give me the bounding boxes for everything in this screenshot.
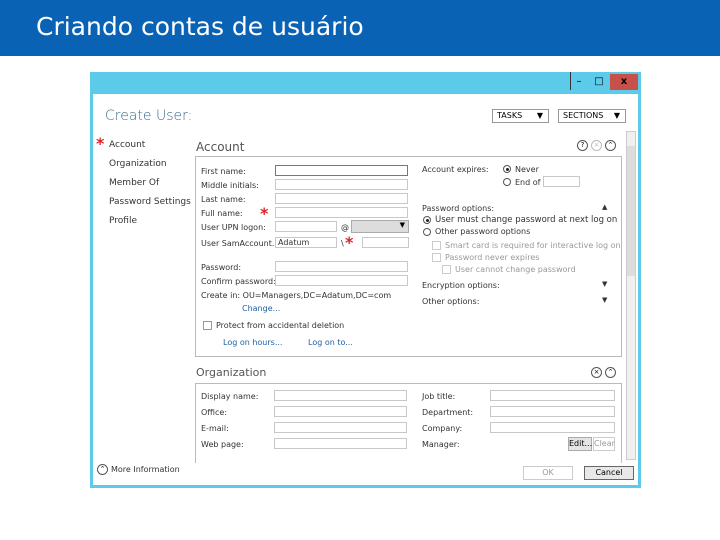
scrollbar-thumb[interactable] xyxy=(627,146,635,276)
middle-initials-input[interactable] xyxy=(275,179,408,190)
sections-dropdown[interactable]: SECTIONS ▼ xyxy=(558,109,626,123)
close-button[interactable]: x xyxy=(610,74,638,90)
help-icon[interactable]: ? xyxy=(577,140,588,151)
collapse-icon[interactable]: ⌃ xyxy=(605,140,616,151)
smart-card-checkbox[interactable] xyxy=(432,241,441,250)
upn-input[interactable] xyxy=(275,221,337,232)
first-name-input[interactable] xyxy=(275,165,408,176)
end-of-radio[interactable] xyxy=(503,178,511,186)
department-input[interactable] xyxy=(490,406,615,417)
must-change-radio[interactable] xyxy=(423,216,431,224)
email-input[interactable] xyxy=(274,422,407,433)
never-expires-label: Password never expires xyxy=(445,253,540,262)
cannot-change-label: User cannot change password xyxy=(455,265,576,274)
encryption-options[interactable]: Encryption options: xyxy=(422,281,500,290)
maximize-button[interactable]: □ xyxy=(587,74,611,90)
collapse-arrow-icon[interactable]: ▲ xyxy=(602,203,607,211)
expand-more-icon[interactable]: ⌃ xyxy=(97,464,108,475)
nav-member-of[interactable]: Member Of xyxy=(109,178,159,188)
scrollbar[interactable] xyxy=(626,131,636,460)
department-label: Department: xyxy=(422,408,474,417)
logon-to-link[interactable]: Log on to... xyxy=(308,338,353,347)
tasks-dropdown[interactable]: TASKS ▼ xyxy=(492,109,549,123)
middle-initials-label: Middle initials: xyxy=(201,181,259,190)
job-title-label: Job title: xyxy=(422,392,456,401)
account-section: First name: Middle initials: Last name: … xyxy=(195,156,622,357)
last-name-label: Last name: xyxy=(201,195,246,204)
company-label: Company: xyxy=(422,424,463,433)
upn-at: @ xyxy=(341,223,349,232)
upn-label: User UPN logon: xyxy=(201,223,266,232)
sam-separator: \ xyxy=(341,239,344,248)
organization-section: Display name: Office: E-mail: Web page: … xyxy=(195,383,622,463)
tasks-label: TASKS xyxy=(497,111,523,120)
display-name-label: Display name: xyxy=(201,392,259,401)
sam-label: User SamAccount... xyxy=(201,239,280,248)
full-name-label: Full name: xyxy=(201,209,243,218)
sections-label: SECTIONS xyxy=(563,111,604,120)
other-pw-label: Other password options xyxy=(435,227,531,236)
confirm-password-input[interactable] xyxy=(275,275,408,286)
nav-organization[interactable]: Organization xyxy=(109,159,167,169)
manager-label: Manager: xyxy=(422,440,460,449)
required-icon: * xyxy=(345,233,354,252)
company-input[interactable] xyxy=(490,422,615,433)
close-section-icon[interactable]: × xyxy=(591,367,602,378)
confirm-password-label: Confirm password: xyxy=(201,277,276,286)
cannot-change-checkbox[interactable] xyxy=(442,265,451,274)
logon-hours-link[interactable]: Log on hours... xyxy=(223,338,282,347)
web-page-label: Web page: xyxy=(201,440,244,449)
clear-manager-button[interactable]: Clear xyxy=(593,437,615,451)
more-information-link[interactable]: More Information xyxy=(111,465,180,474)
organization-heading: Organization xyxy=(196,366,267,379)
required-icon: * xyxy=(96,134,105,153)
required-icon: * xyxy=(260,204,269,223)
email-label: E-mail: xyxy=(201,424,229,433)
nav-password-settings[interactable]: Password Settings xyxy=(109,197,191,207)
dialog-title: Create User: xyxy=(105,108,193,124)
nav-account[interactable]: Account xyxy=(109,140,145,150)
close-section-icon[interactable]: × xyxy=(591,140,602,151)
account-expires-label: Account expires: xyxy=(422,165,489,174)
display-name-input[interactable] xyxy=(274,390,407,401)
job-title-input[interactable] xyxy=(490,390,615,401)
office-input[interactable] xyxy=(274,406,407,417)
upn-domain-dropdown[interactable]: ▼ xyxy=(351,220,409,233)
account-heading: Account xyxy=(196,140,245,154)
nav-profile[interactable]: Profile xyxy=(109,216,137,226)
never-radio[interactable] xyxy=(503,165,511,173)
smart-card-label: Smart card is required for interactive l… xyxy=(445,241,621,250)
first-name-label: First name: xyxy=(201,167,246,176)
expand-arrow-icon[interactable]: ▼ xyxy=(602,280,607,288)
other-pw-radio[interactable] xyxy=(423,228,431,236)
sam-domain-input[interactable]: Adatum xyxy=(275,237,337,248)
slide-title: Criando contas de usuário xyxy=(36,12,364,41)
end-of-label: End of xyxy=(515,178,541,187)
create-user-window: – □ x Create User: TASKS ▼ SECTIONS ▼ * Ac… xyxy=(90,72,641,488)
password-label: Password: xyxy=(201,263,242,272)
edit-manager-button[interactable]: Edit... xyxy=(568,437,592,451)
change-link[interactable]: Change... xyxy=(242,304,280,313)
slide-header: Criando contas de usuário xyxy=(0,0,720,56)
last-name-input[interactable] xyxy=(275,193,408,204)
protect-checkbox[interactable] xyxy=(203,321,212,330)
sam-input[interactable] xyxy=(362,237,409,248)
collapse-icon[interactable]: ⌃ xyxy=(605,367,616,378)
password-input[interactable] xyxy=(275,261,408,272)
protect-label: Protect from accidental deletion xyxy=(216,321,345,330)
web-page-input[interactable] xyxy=(274,438,407,449)
office-label: Office: xyxy=(201,408,228,417)
other-options[interactable]: Other options: xyxy=(422,297,479,306)
ok-button[interactable]: OK xyxy=(523,466,573,480)
never-expires-checkbox[interactable] xyxy=(432,253,441,262)
end-of-date-input[interactable] xyxy=(543,176,580,187)
password-options-label: Password options: xyxy=(422,204,495,213)
never-label: Never xyxy=(515,165,539,174)
must-change-label: User must change password at next log on xyxy=(435,215,618,225)
dialog-body: Create User: TASKS ▼ SECTIONS ▼ * Account … xyxy=(93,94,638,485)
expand-arrow-icon[interactable]: ▼ xyxy=(602,296,607,304)
create-in-text: Create in: OU=Managers,DC=Adatum,DC=com xyxy=(201,291,392,300)
full-name-input[interactable] xyxy=(275,207,408,218)
cancel-button[interactable]: Cancel xyxy=(584,466,634,480)
